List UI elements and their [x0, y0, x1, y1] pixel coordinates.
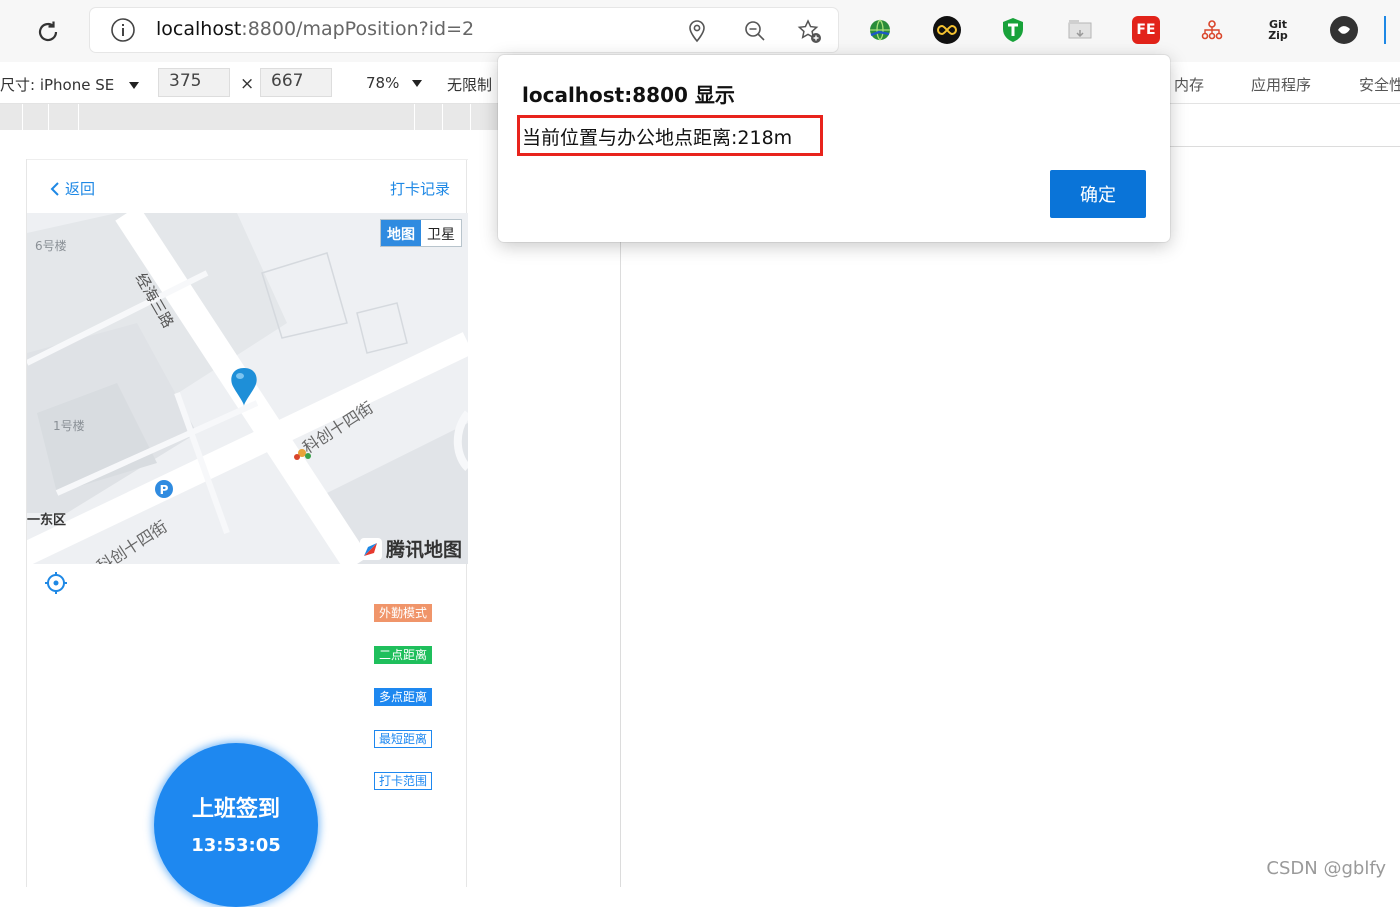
app-navbar: 返回 打卡记录 — [27, 159, 468, 213]
location-pin-icon[interactable] — [684, 18, 710, 44]
git-zip-extension-icon[interactable]: Git Zip — [1262, 16, 1294, 44]
map-view[interactable]: P 6号楼 1号楼 经海三路 科创十四街 科创十四街 一东区 地图 卫星 腾讯地… — [27, 213, 468, 564]
phone-viewport: 返回 打卡记录 P 6号楼 1号楼 经海三路 — [26, 159, 467, 887]
svg-text:P: P — [160, 483, 169, 497]
checkin-panel: 外勤模式 二点距离 多点距离 最短距离 打卡范围 上班签到 13:53:05 — [35, 564, 459, 887]
fe-extension-label: FE — [1136, 22, 1155, 38]
chevron-down-icon — [412, 80, 422, 87]
ok-button[interactable]: 确定 — [1050, 170, 1146, 218]
fe-extension-icon[interactable]: FE — [1132, 16, 1160, 44]
back-label: 返回 — [65, 178, 95, 199]
media-query-ruler — [0, 104, 498, 130]
checkin-label: 上班签到 — [154, 791, 318, 823]
tree-extension-icon[interactable] — [1198, 16, 1226, 44]
height-input[interactable]: 667 — [260, 68, 332, 97]
device-label: 尺寸: iPhone SE — [0, 76, 114, 94]
shield-t-extension-icon[interactable] — [999, 16, 1027, 44]
compass-icon — [360, 538, 382, 560]
alert-dialog: localhost:8800 显示 当前位置与办公地点距离:218m 确定 — [498, 55, 1170, 242]
width-input[interactable]: 375 — [158, 68, 230, 97]
tab-security[interactable]: 安全性 — [1359, 74, 1400, 95]
zoom-select[interactable]: 78% — [366, 74, 422, 92]
zoom-label: 78% — [366, 74, 399, 92]
circle-extension-icon[interactable] — [1330, 16, 1358, 44]
map-canvas: P — [27, 213, 468, 564]
chevron-down-icon — [129, 82, 139, 89]
zoom-out-icon[interactable] — [742, 18, 768, 44]
address-bar[interactable]: localhost:8800/mapPosition?id=2 — [90, 8, 838, 52]
checkin-time: 13:53:05 — [154, 835, 318, 856]
watermark: CSDN @gblfy — [1266, 858, 1386, 879]
favorite-add-icon[interactable] — [796, 18, 822, 44]
checkin-range-tag[interactable]: 打卡范围 — [374, 772, 432, 790]
map-type-satellite-button[interactable]: 卫星 — [421, 220, 461, 246]
tab-application[interactable]: 应用程序 — [1251, 74, 1311, 95]
dialog-title: localhost:8800 显示 — [522, 79, 735, 108]
url-path: :8800/mapPosition?id=2 — [241, 18, 474, 40]
mode-field-tag[interactable]: 外勤模式 — [374, 604, 432, 622]
reload-icon[interactable] — [30, 14, 66, 50]
map-logo-text: 腾讯地图 — [386, 535, 462, 562]
tab-extension-icon[interactable] — [1066, 16, 1094, 44]
infinity-extension-icon[interactable] — [933, 16, 961, 44]
throttle-select[interactable]: 无限制 — [447, 74, 492, 95]
chevron-left-icon — [49, 181, 61, 197]
info-icon[interactable] — [110, 17, 136, 43]
locate-icon[interactable] — [45, 572, 67, 594]
map-label-building1: 1号楼 — [53, 417, 85, 434]
two-point-distance-tag[interactable]: 二点距离 — [374, 646, 432, 664]
url-text[interactable]: localhost:8800/mapPosition?id=2 — [156, 18, 474, 40]
multi-point-distance-tag[interactable]: 多点距离 — [374, 688, 432, 706]
url-host: localhost — [156, 18, 241, 40]
tab-memory[interactable]: 内存 — [1174, 74, 1204, 95]
menu-edge — [1384, 16, 1400, 44]
dialog-message: 当前位置与办公地点距离:218m — [522, 123, 792, 150]
device-select[interactable]: 尺寸: iPhone SE — [0, 74, 139, 95]
globe-extension-icon[interactable] — [866, 16, 894, 44]
zip-label: Zip — [1268, 30, 1288, 41]
checkin-record-link[interactable]: 打卡记录 — [390, 178, 450, 199]
shortest-distance-tag[interactable]: 最短距离 — [374, 730, 432, 748]
map-type-switch: 地图 卫星 — [380, 219, 462, 247]
browser-toolbar: localhost:8800/mapPosition?id=2 FE Git Z… — [0, 0, 1400, 62]
tencent-map-logo: 腾讯地图 — [360, 535, 462, 562]
map-type-map-button[interactable]: 地图 — [381, 220, 421, 246]
map-label-building6: 6号楼 — [35, 237, 67, 254]
back-button[interactable]: 返回 — [49, 178, 95, 199]
checkin-button[interactable]: 上班签到 13:53:05 — [154, 743, 318, 907]
times-symbol: × — [240, 74, 254, 94]
map-label-district: 一东区 — [27, 509, 66, 528]
